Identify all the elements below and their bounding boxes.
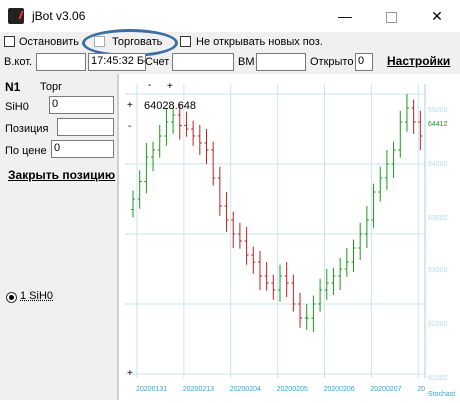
no-new-positions-checkbox[interactable] bbox=[180, 36, 191, 47]
minimize-button[interactable]: — bbox=[322, 0, 368, 32]
last-price-label: 64412 bbox=[428, 121, 448, 128]
panel-number: N1 bbox=[5, 80, 21, 94]
x-tick-label: 20200204 bbox=[230, 386, 261, 393]
trade-column-header: Торг bbox=[40, 81, 63, 93]
settings-link[interactable]: Настройки bbox=[387, 54, 450, 68]
open-field[interactable]: 0 bbox=[355, 53, 373, 71]
position-label: Позиция bbox=[5, 123, 49, 135]
app-window: jBot v3.06 — ✕ Остановить Торговать Не о… bbox=[0, 0, 460, 400]
bkot-label: В.кот. bbox=[4, 56, 33, 68]
instrument-radio[interactable] bbox=[6, 292, 17, 303]
maximize-button[interactable] bbox=[368, 0, 414, 32]
window-title: jBot v3.06 bbox=[32, 9, 86, 23]
account-field[interactable] bbox=[172, 53, 234, 71]
maximize-icon bbox=[385, 11, 397, 23]
left-panel: N1 Торг SiH0 0 Позиция По цене 0 Закрыть… bbox=[0, 74, 117, 400]
x-tick-label: 20200206 bbox=[324, 386, 355, 393]
x-tick-label: 20200207 bbox=[370, 386, 401, 393]
y-axis-faint-label: 63000 bbox=[428, 215, 448, 222]
vm-label: ВМ bbox=[238, 56, 255, 68]
instrument-radio-label[interactable]: 1 SiH0 bbox=[20, 290, 53, 302]
y-axis-faint-label: 65000 bbox=[428, 107, 448, 114]
open-label: Открыто bbox=[310, 56, 354, 68]
no-new-positions-label: Не открывать новых поз. bbox=[196, 36, 323, 48]
y-axis-faint-label: 62000 bbox=[428, 321, 448, 328]
app-icon bbox=[8, 8, 24, 24]
y-axis-faint-label: 64000 bbox=[428, 161, 448, 168]
ticker-quantity-field[interactable]: 0 bbox=[49, 96, 114, 114]
price-chart[interactable]: 20200131 20200213 20200204 20200205 20200206… bbox=[119, 74, 460, 400]
control-toolbar: Остановить Торговать Не открывать новых … bbox=[0, 32, 460, 52]
chart-plus-control: + bbox=[127, 100, 133, 111]
close-position-link[interactable]: Закрыть позицию bbox=[8, 168, 115, 182]
x-tick-label: 20200131 bbox=[136, 386, 167, 393]
account-label: Счет bbox=[145, 56, 170, 68]
close-button[interactable]: ✕ bbox=[414, 0, 460, 32]
price-field[interactable]: 0 bbox=[51, 140, 114, 158]
ticker-label: SiH0 bbox=[5, 101, 29, 113]
time-field[interactable]: 17:45:32 Бе bbox=[88, 53, 146, 71]
price-readout: 64028.648 bbox=[144, 100, 196, 112]
y-axis-faint-label: 61000 bbox=[428, 375, 448, 382]
chart-svg: 20200131 20200213 20200204 20200205 20200206… bbox=[125, 80, 455, 398]
trade-label: Торговать bbox=[112, 36, 163, 48]
zoom-minus-control: - bbox=[148, 80, 151, 91]
vm-field[interactable] bbox=[256, 53, 306, 71]
chart-minus-control: - bbox=[128, 121, 131, 132]
position-field[interactable] bbox=[57, 118, 114, 136]
x-tick-label: 20 bbox=[417, 386, 425, 393]
y-axis-faint-label: 63000 bbox=[428, 267, 448, 274]
chart-plus-bottom-control: + bbox=[127, 368, 133, 379]
x-tick-label: 20200213 bbox=[183, 386, 214, 393]
stop-label: Остановить bbox=[19, 36, 80, 48]
price-label: По цене bbox=[5, 145, 47, 157]
title-bar: jBot v3.06 — ✕ bbox=[0, 0, 460, 32]
trade-checkbox[interactable] bbox=[94, 36, 105, 47]
indicator-label: Stochast bbox=[428, 391, 455, 398]
stop-checkbox[interactable] bbox=[4, 36, 15, 47]
zoom-plus-control: + bbox=[167, 81, 173, 92]
x-tick-label: 20200205 bbox=[277, 386, 308, 393]
bkot-field[interactable] bbox=[36, 53, 86, 71]
info-toolbar: В.кот. 17:45:32 Бе Счет ВМ Открыто 0 Нас… bbox=[0, 52, 460, 72]
